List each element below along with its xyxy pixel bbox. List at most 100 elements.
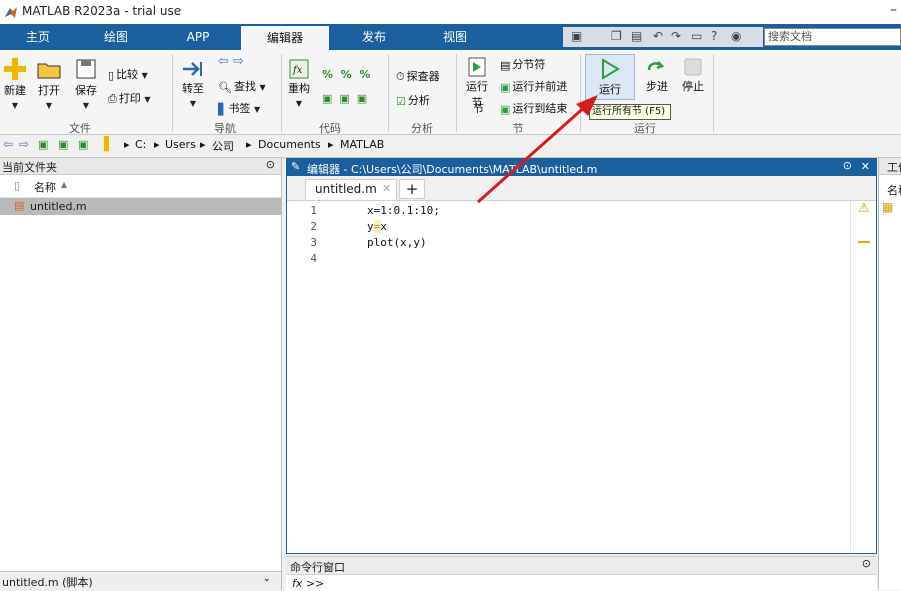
breadcrumb-drive[interactable]: C: (135, 138, 146, 151)
code-line[interactable]: plot(x,y) (367, 236, 427, 249)
folder-icon: ▌ (104, 137, 114, 152)
panel-menu-icon[interactable]: ⊙ (843, 159, 852, 172)
refactor-label: 重构 (288, 82, 310, 95)
breadcrumb-sep: ▸ (124, 138, 130, 151)
tab-view[interactable]: 视图 (425, 24, 485, 50)
copy-icon[interactable]: ❐ (611, 29, 622, 43)
help-icon[interactable]: ? (711, 29, 717, 43)
stop-label: 停止 (682, 80, 704, 93)
profiler-button[interactable]: ⏱ 探查器 (396, 68, 440, 84)
group-label-file: 文件 (69, 122, 91, 135)
up-folder-icon[interactable]: ▣ (38, 138, 48, 151)
command-prompt[interactable]: fx >> (292, 577, 324, 590)
run-section-icon (468, 57, 486, 77)
play-icon (602, 58, 620, 80)
step-label: 步进 (646, 80, 668, 93)
editor-tab-untitled[interactable]: untitled.m ✕ (305, 179, 397, 200)
variable-icon[interactable]: ▦ (882, 200, 893, 214)
browse-folder-icon[interactable]: ▣ (58, 138, 68, 151)
close-icon[interactable]: ✕ (861, 160, 870, 173)
search-documentation-input[interactable]: 搜索文档 (764, 28, 901, 46)
column-header[interactable]: ▯ 名称 ▲ (0, 175, 281, 198)
open-label: 打开 (38, 84, 60, 97)
floppy-disk-icon (76, 59, 96, 79)
breadcrumb-sep: ▸ (154, 138, 160, 151)
panel-menu-icon[interactable]: ⊙ (266, 158, 275, 171)
goto-label: 转至 (182, 82, 204, 95)
minimize-button[interactable]: – (890, 2, 897, 18)
indent-icons[interactable]: ▣ ▣ ▣ (322, 92, 367, 105)
comment-icons[interactable]: % % % (322, 68, 370, 81)
editor-icon: ✎ (291, 160, 301, 173)
command-window-title: 命令行窗口 (290, 561, 345, 574)
back-forward-icons[interactable]: ⇦ ⇨ (218, 54, 244, 69)
bookmark-icon: ▋ (218, 102, 227, 116)
warning-marker[interactable] (858, 241, 870, 243)
current-folder-header: 当前文件夹 ⊙ (0, 158, 281, 175)
save-quick-icon[interactable]: ▣ (571, 29, 582, 43)
tab-plots[interactable]: 绘图 (86, 24, 146, 50)
matlab-logo-icon (5, 7, 17, 18)
current-folder-title: 当前文件夹 (2, 161, 57, 174)
close-tab-icon[interactable]: ✕ (382, 182, 391, 195)
tab-publish[interactable]: 发布 (344, 24, 404, 50)
compare-button[interactable]: ▯ 比较 ▼ (108, 66, 148, 82)
fx-icon: fx (289, 59, 309, 79)
section-break-icon: ▤ (500, 58, 511, 72)
warning-icon[interactable]: ⚠ (858, 201, 870, 216)
ribbon-body: 新建 ▼ 打开 ▼ 保存 ▼ ▯ 比较 ▼ ⎙ 打印 ▼ 文件 转至 ▼ ⇦ ⇨ 🔍︎ 查找 … (0, 50, 901, 135)
breadcrumb-company[interactable]: 公司 (212, 138, 234, 154)
paste-icon[interactable]: ▤ (631, 29, 642, 43)
file-row[interactable]: ▤ untitled.m (0, 198, 281, 215)
tab-editor[interactable]: 编辑器 (241, 26, 329, 50)
back-icon[interactable]: ⇦ (3, 137, 13, 151)
breadcrumb-documents[interactable]: Documents (258, 138, 321, 151)
compare-icon: ▯ (108, 68, 115, 82)
plus-icon (4, 58, 26, 80)
bookmark-button[interactable]: ▋ 书签 ▼ (218, 100, 260, 116)
script-file-icon: ▤ (14, 199, 25, 212)
stop-button[interactable]: 停止 (678, 56, 708, 94)
check-icon: ☑ (396, 94, 406, 108)
step-button[interactable]: 步进 (642, 56, 672, 94)
new-tab-button[interactable]: + (399, 179, 425, 199)
chevron-down-icon[interactable]: ⌄ (263, 573, 271, 584)
profiler-icon: ⏱ (396, 70, 405, 83)
save-button[interactable]: 保存 ▼ (73, 56, 99, 111)
redo-icon[interactable]: ↷ (671, 29, 681, 43)
group-separator (281, 54, 282, 132)
new-label: 新建 (4, 84, 26, 97)
workspace-title: 工作 (887, 161, 901, 174)
goto-button[interactable]: 转至 ▼ (178, 58, 208, 109)
new-button[interactable]: 新建 ▼ (2, 56, 28, 111)
breadcrumb-sep: ▸ (246, 138, 252, 151)
switch-windows-icon[interactable]: ▭ (691, 29, 702, 43)
dropdown-icon[interactable]: ◉ (731, 29, 741, 43)
tab-home[interactable]: 主页 (8, 24, 68, 50)
tab-label: untitled.m (315, 182, 377, 196)
find-button[interactable]: 🔍︎ 查找 ▼ (218, 78, 266, 94)
save-label: 保存 (75, 84, 97, 97)
refactor-button[interactable]: fx 重构 ▼ (285, 58, 313, 109)
refresh-icon[interactable]: ▣ (78, 138, 88, 151)
group-separator (388, 54, 389, 132)
print-button[interactable]: ⎙ 打印 ▼ (108, 90, 150, 106)
forward-icon[interactable]: ⇨ (19, 137, 29, 151)
breadcrumb-users[interactable]: Users (165, 138, 196, 151)
breadcrumb-matlab[interactable]: MATLAB (340, 138, 384, 151)
details-bar[interactable]: untitled.m (脚本) ⌄ (0, 571, 281, 590)
open-button[interactable]: 打开 ▼ (36, 56, 62, 111)
line-number: 1 (310, 204, 317, 217)
goto-arrow-icon (183, 62, 202, 76)
panel-menu-icon[interactable]: ⊙ (862, 557, 871, 570)
stop-icon (684, 58, 702, 76)
printer-icon: ⎙ (108, 92, 117, 105)
address-bar: ⇦ ⇨ ▣ ▣ ▣ ▌ ▸ C: ▸ Users ▸ 公司 ▸ Document… (0, 135, 901, 158)
undo-icon[interactable]: ↶ (653, 29, 663, 43)
code-line[interactable]: x=1:0.1:10; (367, 204, 440, 217)
ribbon-tab-bar: 主页 绘图 APP 编辑器 发布 视图 ▣ ❐ ▤ ↶ ↷ ▭ ? ◉ 搜索文档 (0, 24, 901, 50)
analyze-button[interactable]: ☑ 分析 (396, 92, 430, 108)
section-break-button[interactable]: ▤ 分节符 (500, 56, 545, 72)
sort-ascending-icon: ▲ (61, 180, 68, 189)
tab-apps[interactable]: APP (168, 24, 228, 50)
